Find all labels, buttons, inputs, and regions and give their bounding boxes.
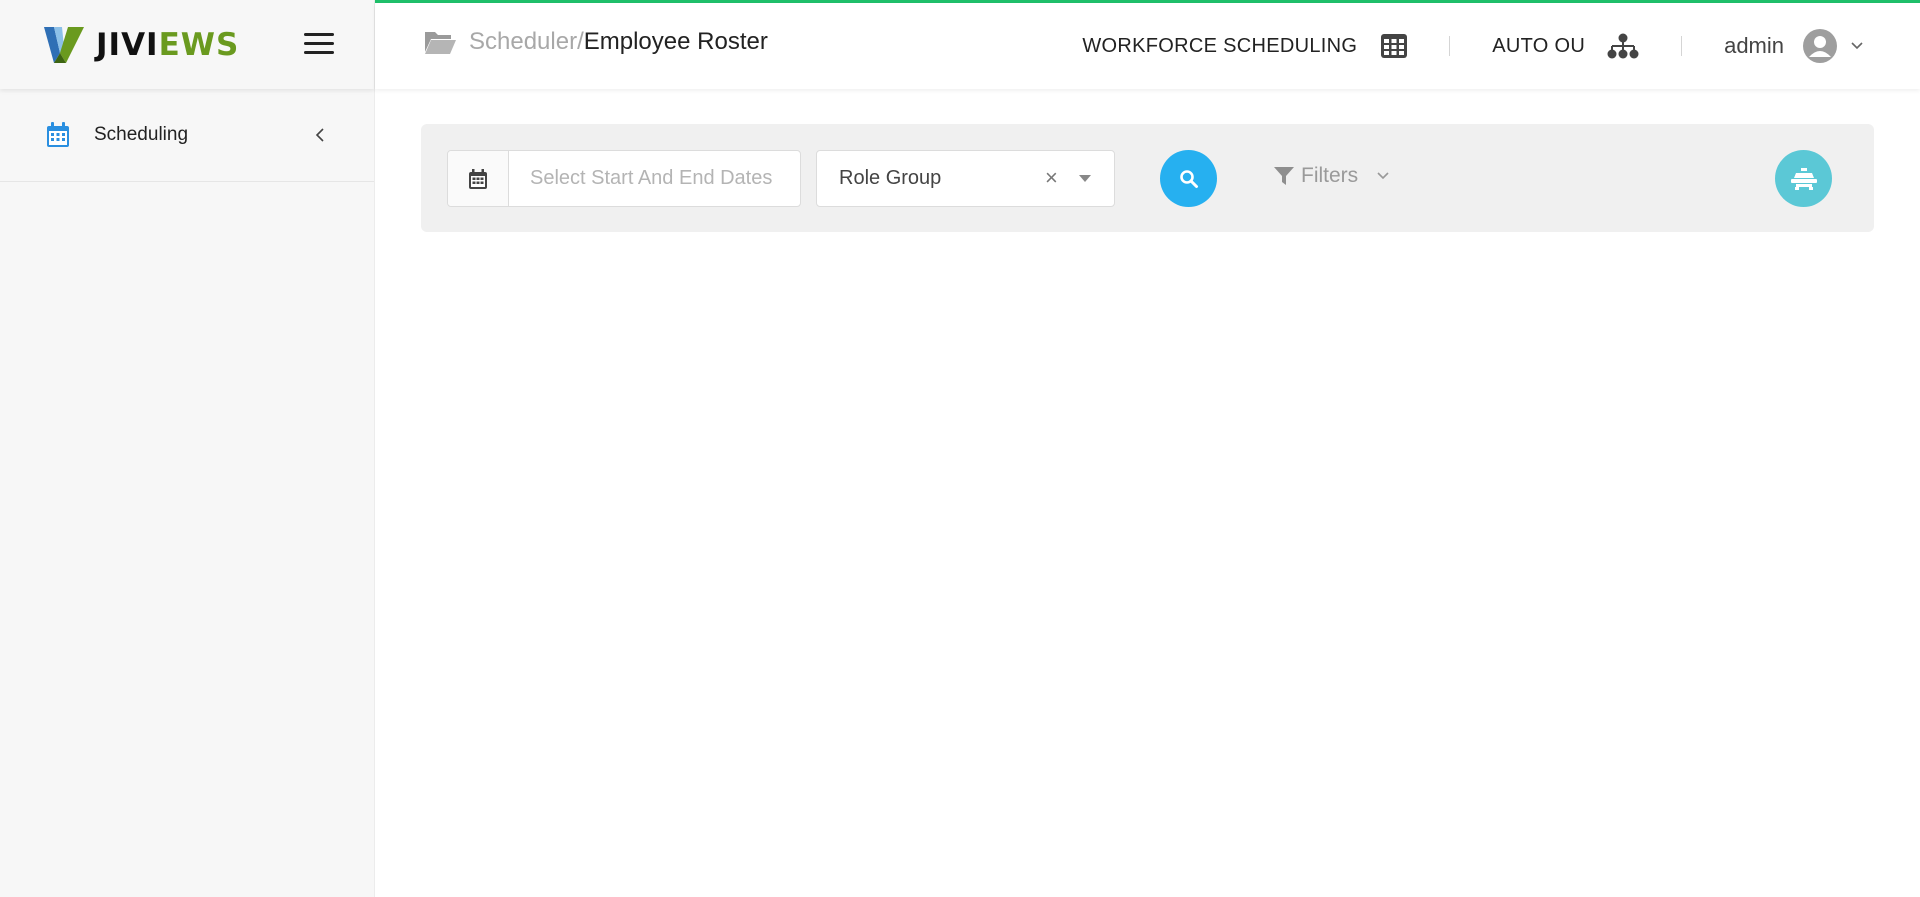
logo-mark-icon — [44, 26, 84, 63]
user-menu[interactable]: admin — [1724, 28, 1920, 64]
calendar-icon — [469, 168, 487, 189]
search-button[interactable] — [1160, 150, 1217, 207]
header-divider — [1681, 36, 1683, 56]
search-icon — [1179, 169, 1198, 188]
role-group-value: Role Group — [839, 167, 942, 189]
sidebar-item-scheduling[interactable]: Scheduling — [0, 89, 374, 182]
breadcrumb-current: Employee Roster — [583, 28, 768, 55]
filters-label: Filters — [1301, 164, 1359, 187]
ou-label: AUTO OU — [1492, 34, 1586, 57]
date-range-input[interactable] — [509, 151, 800, 206]
date-picker-button[interactable] — [448, 151, 509, 206]
top-header: Scheduler / Employee Roster WORKFORCE SCHE… — [375, 3, 1920, 89]
header-right: WORKFORCE SCHEDULING AUTO OU admin — [1082, 3, 1920, 89]
role-group-select[interactable]: Role Group × — [816, 150, 1115, 207]
calendar-icon — [47, 122, 69, 147]
hamburger-menu-icon[interactable] — [304, 33, 334, 55]
date-range-picker — [447, 150, 801, 207]
caret-down-icon[interactable] — [1079, 175, 1091, 183]
module-label: WORKFORCE SCHEDULING — [1082, 34, 1358, 57]
chevron-down-icon — [1851, 42, 1863, 50]
chevron-left-icon[interactable] — [314, 127, 326, 143]
clear-icon[interactable]: × — [1045, 165, 1058, 191]
logo-text-accent: EWS — [158, 26, 240, 63]
roster-action-button[interactable] — [1775, 150, 1832, 207]
sidebar-item-label: Scheduling — [94, 124, 189, 145]
filter-icon — [1274, 167, 1294, 185]
filters-toggle[interactable]: Filters — [1273, 164, 1390, 188]
sidebar: JIVIEWS Scheduling — [0, 0, 375, 897]
grid-icon — [1381, 34, 1408, 58]
filter-bar: Role Group × Filters — [421, 124, 1874, 232]
user-name: admin — [1724, 33, 1784, 58]
breadcrumb-separator: / — [577, 28, 584, 55]
breadcrumb-parent-link[interactable]: Scheduler — [469, 28, 577, 56]
org-chart-icon — [1607, 33, 1639, 59]
header-divider — [1449, 36, 1451, 56]
user-avatar-icon — [1803, 29, 1837, 63]
chevron-down-icon — [1377, 172, 1389, 180]
brand-bar: JIVIEWS — [0, 0, 374, 89]
logo-text: JIVIEWS — [96, 27, 239, 63]
robot-icon — [1790, 167, 1817, 190]
breadcrumb: Scheduler / Employee Roster — [423, 28, 768, 56]
folder-open-icon — [425, 32, 456, 54]
logo-text-primary: JIVI — [96, 26, 159, 63]
ou-switcher[interactable]: AUTO OU — [1492, 33, 1639, 59]
module-switcher[interactable]: WORKFORCE SCHEDULING — [1082, 34, 1408, 58]
